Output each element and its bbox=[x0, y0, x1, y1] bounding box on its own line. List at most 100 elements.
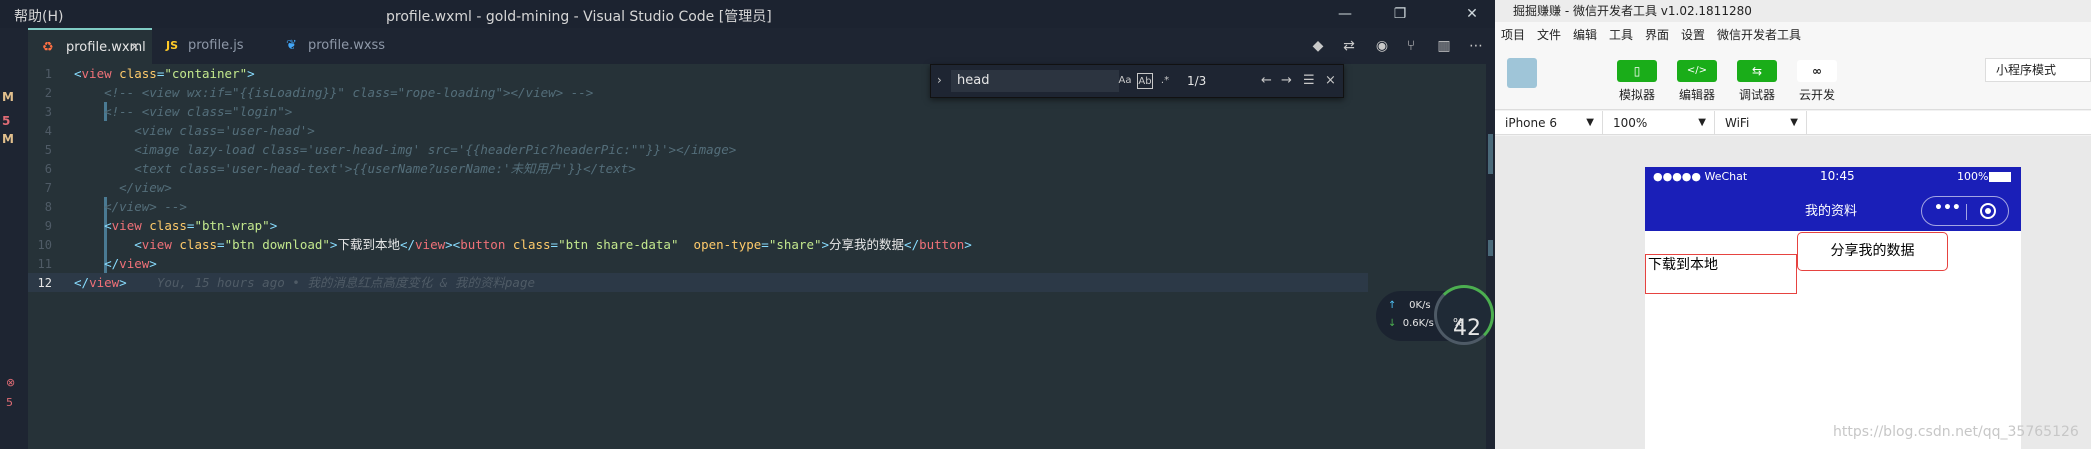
modified-marker: M bbox=[2, 132, 14, 146]
phone-screen: ●●●●● WeChat 10:45 100% 我的资料 ••• 分享我的数据 … bbox=[1645, 167, 2021, 449]
code-editor[interactable]: 1 <view class="container"> 2 <!-- <view w… bbox=[28, 64, 1486, 449]
code-line: 4 <view class='user-head'> bbox=[44, 123, 315, 138]
code-line: 8 </view> --> bbox=[44, 199, 187, 214]
line-count-marker: 5 bbox=[2, 114, 11, 128]
tab-label: profile.js bbox=[188, 38, 244, 53]
share-data-button[interactable]: 分享我的数据 bbox=[1797, 232, 1948, 271]
preview-icon[interactable]: ◉ bbox=[1370, 34, 1394, 58]
devtools-menubar: 项目 文件 编辑 工具 界面 设置 微信开发者工具 bbox=[1495, 22, 2091, 44]
scrollbar[interactable] bbox=[1486, 64, 1495, 449]
editor-tabs: ♻ profile.wxml × JS profile.js ❦ profile… bbox=[0, 28, 1495, 64]
capsule-menu[interactable]: ••• bbox=[1921, 196, 2009, 226]
code-line: 7 </view> bbox=[44, 180, 172, 195]
tab-profile-js[interactable]: JS profile.js bbox=[152, 28, 272, 64]
code-line: 11 </view> bbox=[37, 256, 157, 271]
tab-profile-wxss[interactable]: ❦ profile.wxss bbox=[272, 28, 402, 64]
chevron-down-icon: ▼ bbox=[1698, 117, 1706, 128]
gutter-bar: M 5 M ⊗ 5 bbox=[0, 64, 28, 449]
menu-view[interactable]: 界面 bbox=[1645, 26, 1669, 43]
vscode-window: 帮助(H) profile.wxml - gold-mining - Visua… bbox=[0, 0, 1495, 449]
next-match-button[interactable]: → bbox=[1281, 73, 1292, 88]
restore-icon[interactable]: ❐ bbox=[1380, 3, 1420, 25]
simulator-button[interactable]: 模拟器 bbox=[1612, 86, 1662, 103]
clock: 10:45 bbox=[1820, 169, 1855, 183]
code-line: 9 <view class="btn-wrap"> bbox=[44, 218, 278, 233]
error-count: 5 bbox=[6, 396, 13, 409]
match-case-button[interactable]: Aa bbox=[1117, 73, 1133, 89]
menu-edit[interactable]: 编辑 bbox=[1573, 26, 1597, 43]
match-count: 1/3 bbox=[1187, 74, 1207, 88]
find-in-selection-icon[interactable]: ☰ bbox=[1303, 73, 1315, 88]
tab-profile-wxml[interactable]: ♻ profile.wxml × bbox=[28, 28, 152, 64]
cpu-gauge: 42% bbox=[1434, 285, 1494, 345]
code-line: 5 <image lazy-load class='user-head-img'… bbox=[44, 142, 737, 157]
gauge-unit: % bbox=[1453, 316, 1464, 329]
cloud-dev-button[interactable]: 云开发 bbox=[1792, 86, 1842, 103]
previous-match-button[interactable]: ← bbox=[1261, 73, 1272, 88]
window-title: profile.wxml - gold-mining - Visual Stud… bbox=[386, 9, 772, 25]
vscode-titlebar: 帮助(H) profile.wxml - gold-mining - Visua… bbox=[0, 0, 1495, 28]
xml-file-icon: ♻ bbox=[42, 40, 54, 55]
screen: 帮助(H) profile.wxml - gold-mining - Visua… bbox=[0, 0, 2091, 449]
toggle-replace-icon[interactable]: › bbox=[937, 73, 942, 87]
upload-speed: 0K/s bbox=[1409, 300, 1431, 311]
code-line: 10 <view class="btn download">下载到本地</vie… bbox=[37, 237, 972, 252]
git-blame-annotation: You, 15 hours ago • 我的消息红点高度变化 & 我的资料pag… bbox=[156, 275, 536, 290]
close-tab-icon[interactable]: × bbox=[129, 30, 140, 66]
debugger-icon[interactable]: ⇆ bbox=[1737, 60, 1777, 82]
menu-help[interactable]: 帮助(H) bbox=[14, 6, 63, 26]
find-input[interactable]: head bbox=[951, 70, 1119, 92]
mode-select[interactable]: 小程序模式 bbox=[1985, 58, 2091, 82]
modified-marker: M bbox=[2, 90, 14, 104]
current-code-line: 12 </view> You, 15 hours ago • 我的消息红点高度变化… bbox=[28, 273, 1368, 292]
simulator-icon[interactable]: ▯ bbox=[1617, 60, 1657, 82]
devtools-toolbar: ▯ 模拟器 </> 编辑器 ⇆ 调试器 ∞ 云开发 小程序模式 bbox=[1495, 44, 2091, 110]
carrier: ●●●●● WeChat bbox=[1653, 170, 1748, 183]
minimize-icon[interactable]: — bbox=[1325, 3, 1365, 25]
regex-button[interactable]: .* bbox=[1157, 73, 1173, 89]
device-select[interactable]: iPhone 6 ▼ bbox=[1495, 111, 1603, 135]
menu-file[interactable]: 文件 bbox=[1537, 26, 1561, 43]
download-icon: ↓ bbox=[1388, 318, 1397, 329]
more-icon[interactable]: ⋯ bbox=[1464, 34, 1488, 58]
wechat-devtools-window: 掘掘赚赚 - 微信开发者工具 v1.02.1811280 项目 文件 编辑 工具… bbox=[1495, 0, 2091, 449]
menu-settings[interactable]: 设置 bbox=[1681, 26, 1705, 43]
close-find-button[interactable]: × bbox=[1325, 73, 1336, 88]
compare-icon[interactable]: ⇄ bbox=[1337, 34, 1361, 58]
watermark-text: https://blog.csdn.net/qq_35765126 bbox=[1833, 424, 2079, 440]
devtools-title: 掘掘赚赚 - 微信开发者工具 v1.02.1811280 bbox=[1495, 0, 2091, 22]
avatar[interactable] bbox=[1507, 58, 1537, 88]
tab-label: profile.wxss bbox=[308, 38, 386, 53]
battery-icon bbox=[1989, 172, 2011, 182]
debugger-button[interactable]: 调试器 bbox=[1732, 86, 1782, 103]
phone-navbar: 我的资料 ••• bbox=[1645, 187, 2021, 231]
source-control-icon[interactable]: ⑂ bbox=[1399, 34, 1423, 58]
battery-level: 100% bbox=[1957, 170, 1989, 183]
find-widget: › head Aa Ab .* 1/3 ← → ☰ × bbox=[930, 64, 1344, 98]
whole-word-button[interactable]: Ab bbox=[1137, 73, 1153, 89]
chevron-down-icon: ▼ bbox=[1790, 117, 1798, 128]
zoom-select[interactable]: 100% ▼ bbox=[1603, 111, 1715, 135]
page-title: 我的资料 bbox=[1805, 204, 1858, 219]
network-select[interactable]: WiFi ▼ bbox=[1715, 111, 1807, 135]
download-speed: 0.6K/s bbox=[1402, 318, 1434, 329]
editor-button[interactable]: 编辑器 bbox=[1672, 86, 1722, 103]
cloud-icon[interactable]: ∞ bbox=[1797, 60, 1837, 82]
menu-devtools[interactable]: 微信开发者工具 bbox=[1717, 26, 1801, 43]
git-icon[interactable]: ◆ bbox=[1306, 34, 1330, 58]
scrollbar-thumb[interactable] bbox=[1488, 134, 1493, 174]
download-view[interactable]: 下载到本地 bbox=[1645, 254, 1797, 294]
menu-project[interactable]: 项目 bbox=[1501, 26, 1525, 43]
split-editor-icon[interactable]: ▥ bbox=[1432, 34, 1456, 58]
scrollbar-marker bbox=[1488, 240, 1493, 256]
code-line: 6 <text class='user-head-text'>{{userNam… bbox=[44, 161, 636, 176]
code-line: 3 <!-- <view class="login"> bbox=[44, 104, 293, 119]
js-file-icon: JS bbox=[166, 39, 179, 52]
more-dots-icon[interactable]: ••• bbox=[1934, 200, 1961, 216]
upload-icon: ↑ bbox=[1388, 300, 1397, 311]
css-file-icon: ❦ bbox=[286, 38, 297, 53]
menu-tools[interactable]: 工具 bbox=[1609, 26, 1633, 43]
editor-icon[interactable]: </> bbox=[1677, 60, 1717, 82]
close-window-icon[interactable]: ✕ bbox=[1452, 3, 1492, 25]
close-miniprogram-icon[interactable] bbox=[1980, 203, 1996, 219]
